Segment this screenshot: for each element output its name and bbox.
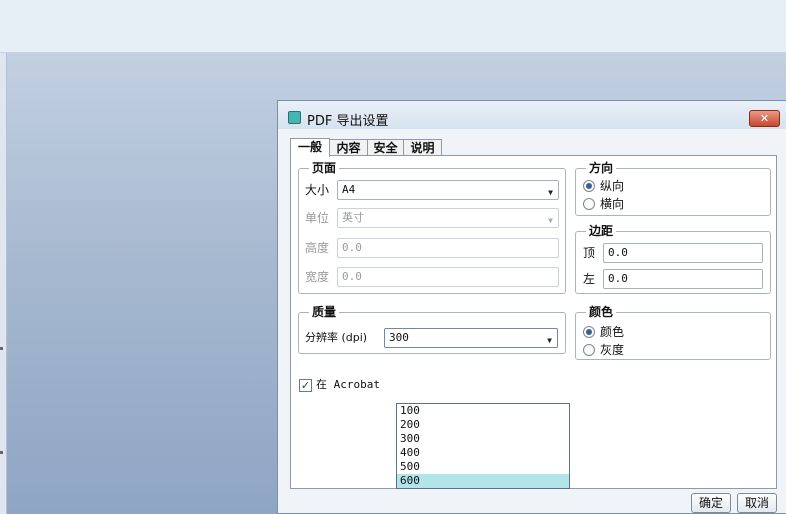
background-left-strip <box>0 53 7 514</box>
chevron-down-icon: ▼ <box>548 216 553 225</box>
orientation-group-title: 方向 <box>586 160 617 176</box>
portrait-label[interactable]: 纵向 <box>600 178 624 194</box>
margin-left-field[interactable]: 0.0 <box>603 269 763 289</box>
resolution-select[interactable]: 300 ▼ <box>384 328 558 348</box>
width-label: 宽度 <box>305 270 330 284</box>
dialog-title: PDF 导出设置 <box>307 114 389 129</box>
dialog-titlebar[interactable]: PDF 导出设置 ✕ <box>278 101 786 129</box>
resolution-option-600[interactable]: 600 <box>397 474 569 488</box>
height-field[interactable]: 0.0 <box>337 238 559 258</box>
chevron-down-icon: ▼ <box>548 188 553 197</box>
pdf-export-dialog: PDF 导出设置 ✕ 一般 内容 安全 说明 页面 大小 A4 ▼ 单位 英寸 … <box>277 100 786 514</box>
quality-group-title: 质量 <box>309 304 340 320</box>
cancel-button[interactable]: 取消 <box>737 493 777 513</box>
unit-select-value: 英寸 <box>342 211 364 224</box>
acrobat-label[interactable]: 在 Acrobat <box>316 377 380 393</box>
resolution-option-300[interactable]: 300 <box>397 432 569 446</box>
size-select[interactable]: A4 ▼ <box>337 180 559 200</box>
page-group: 页面 大小 A4 ▼ 单位 英寸 ▼ 高度 0.0 宽度 0.0 <box>298 160 566 294</box>
page-group-title: 页面 <box>309 160 340 176</box>
background-dot <box>0 347 3 350</box>
margin-left-label: 左 <box>583 272 596 286</box>
color-group-title: 颜色 <box>586 304 617 320</box>
color-group: 颜色 颜色 灰度 <box>575 304 771 360</box>
margin-top-field[interactable]: 0.0 <box>603 243 763 263</box>
quality-group: 质量 分辨率 (dpi) 300 ▼ <box>298 304 566 354</box>
grayscale-label[interactable]: 灰度 <box>600 342 624 358</box>
background-dot <box>0 451 3 454</box>
height-label: 高度 <box>305 241 330 255</box>
resolution-option-500[interactable]: 500 <box>397 460 569 474</box>
unit-label: 单位 <box>305 211 330 225</box>
resolution-label: 分辨率 (dpi) <box>305 331 368 344</box>
size-label: 大小 <box>305 183 330 197</box>
size-select-value: A4 <box>342 183 356 196</box>
orientation-group: 方向 纵向 横向 <box>575 160 771 216</box>
tab-content[interactable]: 内容 <box>329 139 368 156</box>
grayscale-radio[interactable] <box>583 344 595 356</box>
landscape-label[interactable]: 横向 <box>600 196 624 212</box>
tab-panel-general: 页面 大小 A4 ▼ 单位 英寸 ▼ 高度 0.0 宽度 0.0 方向 纵向 横… <box>290 155 777 489</box>
acrobat-checkbox[interactable]: ✓ <box>299 379 312 392</box>
unit-select[interactable]: 英寸 ▼ <box>337 208 559 228</box>
resolution-option-400[interactable]: 400 <box>397 446 569 460</box>
margin-group-title: 边距 <box>586 223 617 239</box>
color-label[interactable]: 颜色 <box>600 324 624 340</box>
tab-description[interactable]: 说明 <box>403 139 442 156</box>
margin-group: 边距 顶 0.0 左 0.0 <box>575 223 771 294</box>
color-radio[interactable] <box>583 326 595 338</box>
background-app-toolbar <box>0 0 786 53</box>
portrait-radio[interactable] <box>583 180 595 192</box>
resolution-dropdown-list: 100 200 300 400 500 600 <box>396 403 570 489</box>
ok-button[interactable]: 确定 <box>691 493 731 513</box>
tab-general[interactable]: 一般 <box>290 138 330 157</box>
chevron-down-icon: ▼ <box>547 336 552 345</box>
app-icon <box>288 111 301 124</box>
tab-security[interactable]: 安全 <box>367 139 404 156</box>
width-field[interactable]: 0.0 <box>337 267 559 287</box>
resolution-option-200[interactable]: 200 <box>397 418 569 432</box>
resolution-option-100[interactable]: 100 <box>397 404 569 418</box>
close-button[interactable]: ✕ <box>749 110 780 127</box>
landscape-radio[interactable] <box>583 198 595 210</box>
resolution-select-value: 300 <box>389 331 409 344</box>
margin-top-label: 顶 <box>583 246 596 260</box>
